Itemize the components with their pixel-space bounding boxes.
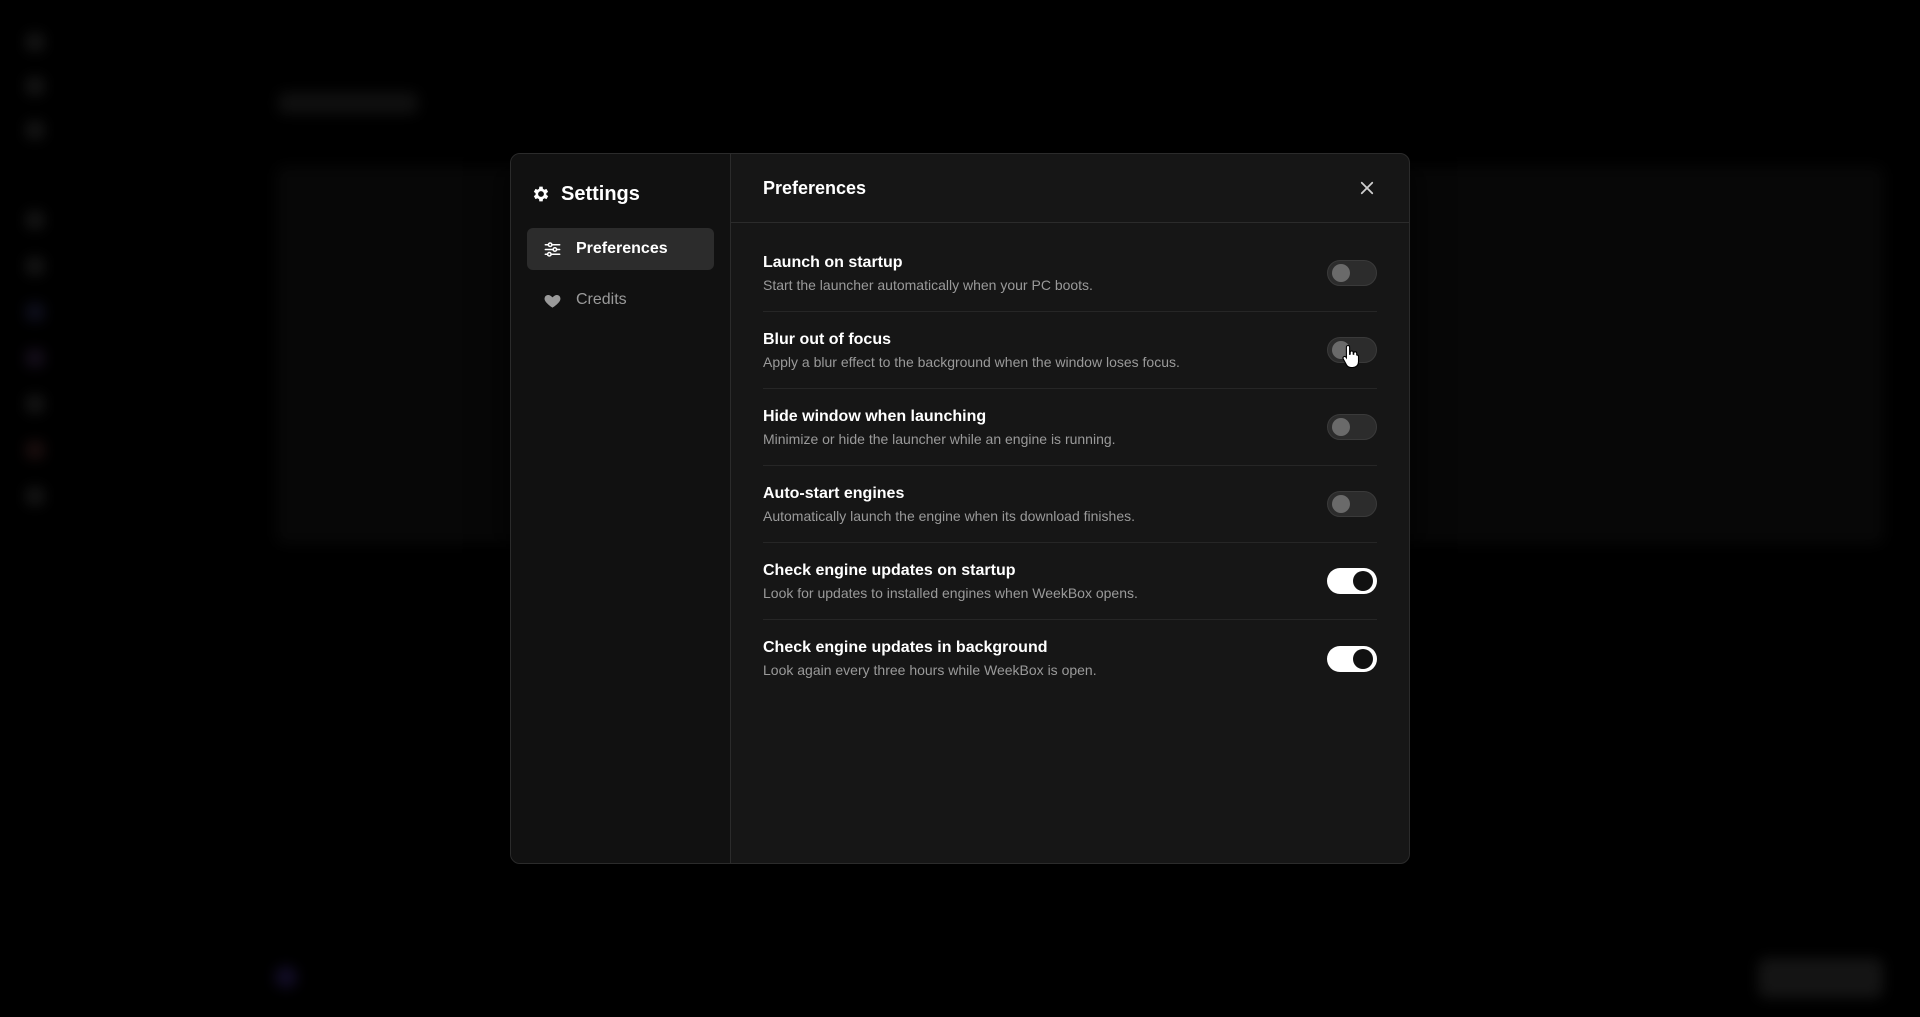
background-nav-item	[26, 438, 44, 462]
launch-on-startup-toggle[interactable]	[1327, 260, 1377, 286]
background-nav-item	[26, 300, 44, 324]
background-nav-item	[26, 208, 44, 232]
setting-description: Start the launcher automatically when yo…	[763, 276, 1093, 293]
setting-row-check-updates-on-startup: Check engine updates on startup Look for…	[763, 543, 1377, 620]
background-nav-item	[26, 254, 44, 278]
background-nav-item	[26, 484, 44, 508]
settings-heading: Settings	[531, 178, 714, 210]
background-avatar	[275, 966, 297, 988]
settings-panel: Preferences Launch on startup Start the …	[731, 154, 1409, 863]
auto-start-engines-toggle[interactable]	[1327, 491, 1377, 517]
background-nav-item	[26, 392, 44, 416]
settings-modal: Settings Preferences Credits Preferences	[510, 153, 1410, 864]
tab-label: Preferences	[576, 240, 668, 257]
setting-description: Apply a blur effect to the background wh…	[763, 353, 1180, 370]
setting-title: Check engine updates on startup	[763, 561, 1016, 579]
heart-icon	[544, 294, 561, 308]
setting-row-check-updates-in-background: Check engine updates in background Look …	[763, 620, 1377, 697]
close-icon	[1360, 181, 1374, 195]
setting-row-blur-out-of-focus: Blur out of focus Apply a blur effect to…	[763, 312, 1377, 389]
background-nav-item	[26, 118, 44, 142]
setting-title: Check engine updates in background	[763, 639, 1048, 656]
background-nav-item	[26, 30, 44, 54]
setting-description: Minimize or hide the launcher while an e…	[763, 430, 1116, 447]
settings-title: Settings	[561, 182, 640, 205]
background-nav-item	[26, 346, 44, 370]
tab-label: Credits	[576, 291, 627, 308]
setting-title: Blur out of focus	[763, 330, 891, 348]
panel-title: Preferences	[763, 177, 867, 198]
tab-credits[interactable]: Credits	[527, 279, 714, 321]
sliders-icon	[544, 241, 561, 257]
tab-preferences[interactable]: Preferences	[527, 228, 714, 270]
close-button[interactable]	[1355, 176, 1379, 200]
setting-row-auto-start-engines: Auto-start engines Automatically launch …	[763, 466, 1377, 543]
setting-title: Launch on startup	[763, 253, 903, 271]
background-button	[1758, 958, 1883, 998]
setting-row-hide-window-when-launching: Hide window when launching Minimize or h…	[763, 389, 1377, 466]
setting-description: Look again every three hours while WeekB…	[763, 662, 1097, 678]
setting-title: Auto-start engines	[763, 484, 905, 502]
panel-header: Preferences	[731, 154, 1409, 223]
settings-sidebar: Settings Preferences Credits	[511, 154, 731, 863]
setting-description: Automatically launch the engine when its…	[763, 507, 1136, 524]
settings-list: Launch on startup Start the launcher aut…	[731, 223, 1409, 697]
setting-row-launch-on-startup: Launch on startup Start the launcher aut…	[763, 235, 1377, 312]
background-page-subtitle	[278, 92, 418, 114]
gear-icon	[533, 186, 549, 202]
setting-title: Hide window when launching	[763, 407, 987, 425]
setting-description: Look for updates to installed engines wh…	[763, 584, 1138, 601]
check-updates-in-background-toggle[interactable]	[1327, 645, 1377, 672]
background-sidebar	[0, 0, 230, 1017]
check-updates-on-startup-toggle[interactable]	[1327, 568, 1377, 594]
blur-out-of-focus-toggle[interactable]	[1327, 337, 1377, 363]
background-nav-item	[26, 74, 44, 98]
hide-window-when-launching-toggle[interactable]	[1327, 414, 1377, 440]
